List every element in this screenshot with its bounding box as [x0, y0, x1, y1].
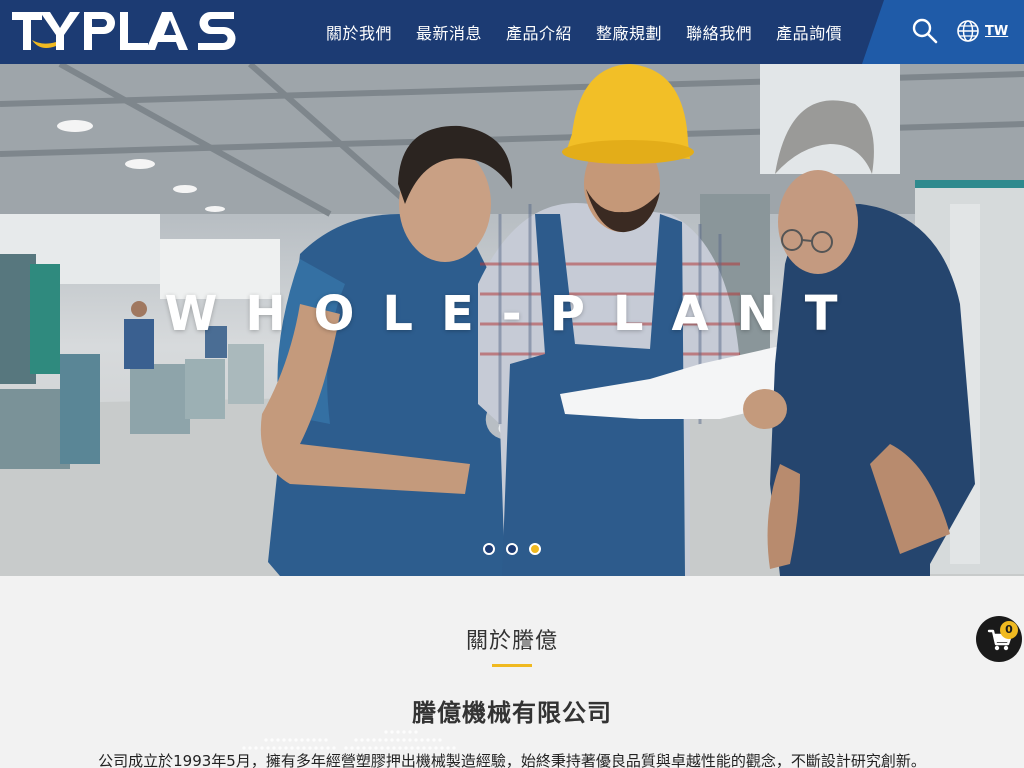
- slider-dot-3-active[interactable]: [529, 543, 541, 555]
- slider-dot-1[interactable]: [483, 543, 495, 555]
- heading-underline-divider: [492, 664, 532, 667]
- nav-products[interactable]: 產品介紹: [506, 20, 572, 44]
- nav-plant-planning[interactable]: 整廠規劃: [596, 20, 662, 44]
- main-nav: 關於我們 最新消息 產品介紹 整廠規劃 聯絡我們 產品詢價: [314, 0, 854, 64]
- hero-title: WHOLE-PLANT: [164, 286, 866, 342]
- about-section: 關於謄億 謄億機械有限公司 公司成立於1993年5月，擁有多年經營塑膠押出機械製…: [0, 576, 1024, 768]
- search-icon[interactable]: [910, 16, 940, 46]
- nav-about[interactable]: 關於我們: [326, 20, 392, 44]
- hero-slider: WHOLE-PLANT: [0, 64, 1024, 576]
- cart-count-badge: 0: [1000, 621, 1018, 639]
- language-label: TW: [985, 23, 1009, 39]
- about-description: 公司成立於1993年5月，擁有多年經營塑膠押出機械製造經驗，始終秉持著優良品質與…: [98, 752, 926, 768]
- language-switcher[interactable]: TW: [956, 16, 1008, 46]
- globe-icon: [957, 20, 979, 42]
- about-heading: 關於謄億: [465, 629, 558, 654]
- nav-news[interactable]: 最新消息: [416, 20, 482, 44]
- nav-inquiry[interactable]: 產品詢價: [776, 20, 842, 44]
- site-header: 關於我們 最新消息 產品介紹 整廠規劃 聯絡我們 產品詢價 TW: [0, 0, 1024, 64]
- nav-contact[interactable]: 聯絡我們: [686, 20, 752, 44]
- typlas-logo[interactable]: [10, 8, 236, 54]
- company-name: 謄億機械有限公司: [412, 699, 612, 727]
- slider-pagination: [0, 543, 1024, 555]
- slider-dot-2[interactable]: [506, 543, 518, 555]
